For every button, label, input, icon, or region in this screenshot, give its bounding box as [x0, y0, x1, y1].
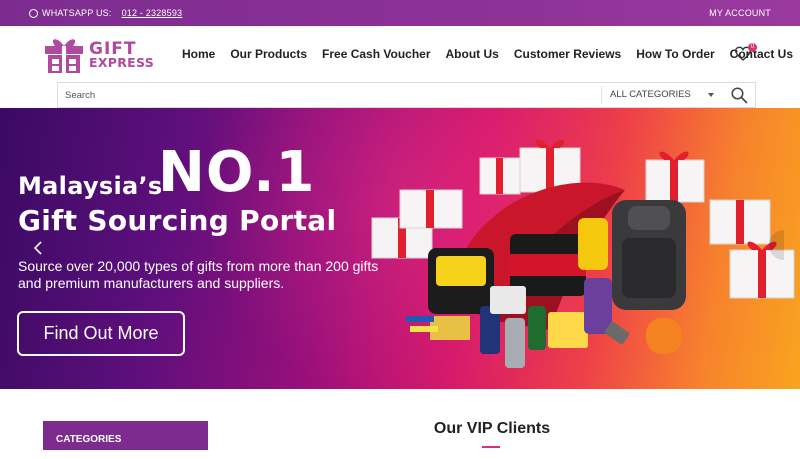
chevron-left-icon [33, 241, 42, 255]
logo-line-2: EXPRESS [89, 55, 155, 71]
wishlist-button[interactable]: 0 [734, 43, 757, 64]
nav-customer-reviews[interactable]: Customer Reviews [514, 47, 621, 61]
hero-title-line-2: Gift Sourcing Portal [18, 204, 337, 237]
find-out-more-button[interactable]: Find Out More [17, 311, 185, 356]
whatsapp-contact[interactable]: WHATSAPP US: 012 - 2328593 [29, 8, 182, 18]
hero-title-no1: NO.1 [158, 140, 316, 205]
nav-our-products[interactable]: Our Products [230, 47, 307, 61]
category-select[interactable]: ALL CATEGORIES [601, 86, 723, 104]
logo-wordmark: GIFT EXPRESS [89, 40, 155, 71]
gift-express-logo[interactable]: GIFT EXPRESS [43, 35, 163, 75]
whatsapp-number-link[interactable]: 012 - 2328593 [122, 8, 183, 18]
search-bar: ALL CATEGORIES [57, 82, 756, 108]
search-button[interactable] [730, 86, 754, 104]
hero-banner: Malaysia’s NO.1 Gift Sourcing Portal Sou… [0, 108, 800, 389]
hero-title-line-1: Malaysia’s [18, 172, 163, 200]
chevron-right-icon [769, 230, 799, 260]
hero-subtitle: Source over 20,000 types of gifts from m… [18, 258, 379, 291]
site-header: GIFT EXPRESS Home Our Products Free Cash… [0, 26, 800, 82]
my-account-link[interactable]: MY ACCOUNT [709, 8, 771, 18]
nav-free-cash-voucher[interactable]: Free Cash Voucher [322, 47, 430, 61]
nav-home[interactable]: Home [182, 47, 215, 61]
vip-clients-heading: Our VIP Clients [433, 420, 551, 437]
nav-how-to-order[interactable]: How To Order [636, 47, 714, 61]
whatsapp-label: WHATSAPP US: [42, 8, 112, 18]
category-select-value: ALL CATEGORIES [610, 89, 691, 100]
carousel-next-arrow[interactable] [762, 230, 799, 260]
chevron-down-icon [708, 93, 714, 97]
gift-box-icon [43, 36, 85, 74]
search-icon [731, 87, 748, 104]
wishlist-count-badge: 0 [748, 43, 757, 52]
nav-about-us[interactable]: About Us [446, 47, 499, 61]
heading-underline [482, 446, 500, 448]
carousel-prev-arrow[interactable] [31, 239, 49, 257]
promotional-products-illustration [370, 130, 800, 380]
top-bar: WHATSAPP US: 012 - 2328593 MY ACCOUNT [0, 0, 800, 26]
main-nav: Home Our Products Free Cash Voucher Abou… [182, 47, 800, 61]
search-input[interactable] [58, 83, 601, 107]
whatsapp-icon [29, 8, 38, 18]
